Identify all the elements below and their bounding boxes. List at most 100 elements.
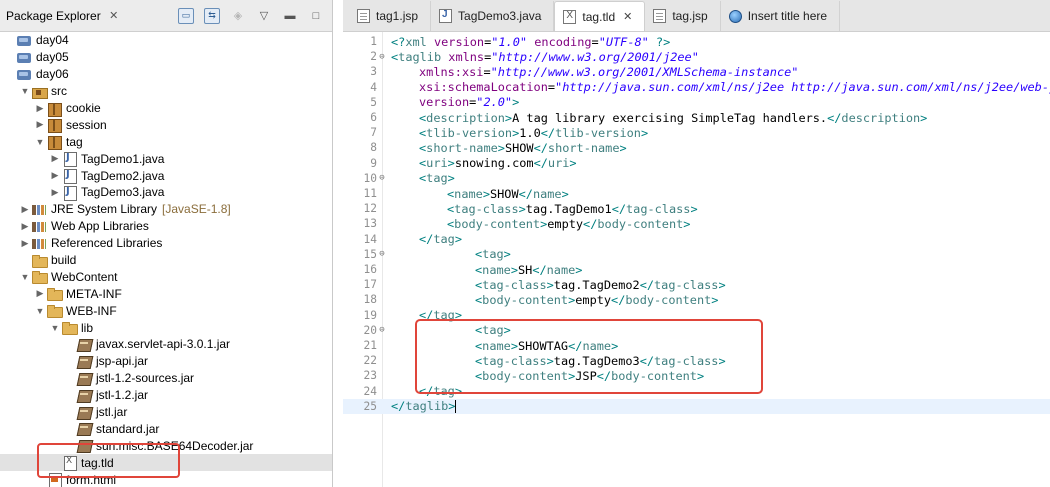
fold-toggle-icon[interactable]: ⊖ <box>377 325 387 335</box>
editor-tab[interactable]: Insert title here <box>721 1 841 31</box>
code-line[interactable]: 19 </tag> <box>343 308 1050 323</box>
code-line[interactable]: 9 <uri>snowing.com</uri> <box>343 156 1050 171</box>
tree-item[interactable]: ▼ tag <box>0 133 332 151</box>
code-line[interactable]: 18 <body-content>empty</body-content> <box>343 292 1050 307</box>
editor-tab[interactable]: tag1.jsp <box>349 1 432 31</box>
globe-icon <box>728 9 742 23</box>
maximize-icon[interactable]: □ <box>308 8 324 24</box>
code-line[interactable]: 13 <body-content>empty</body-content> <box>343 216 1050 231</box>
collapsed-arrow-icon[interactable]: ▶ <box>34 288 46 299</box>
expanded-arrow-icon[interactable]: ▼ <box>19 86 31 96</box>
collapsed-arrow-icon[interactable]: ▶ <box>34 103 46 114</box>
tree-item[interactable]: ▶ session <box>0 116 332 134</box>
code-line[interactable]: 10 ⊖ <tag> <box>343 171 1050 186</box>
code-line[interactable]: 21 <name>SHOWTAG</name> <box>343 338 1050 353</box>
code-line[interactable]: 5 version="2.0"> <box>343 95 1050 110</box>
tree-item[interactable]: ▶ Web App Libraries <box>0 218 332 235</box>
code-token: SHOW <box>489 186 519 201</box>
fold-toggle-icon[interactable]: ⊖ <box>377 173 387 183</box>
editor-tab[interactable]: tag.jsp <box>645 1 721 31</box>
expanded-arrow-icon[interactable]: ▼ <box>34 306 46 316</box>
code-line[interactable]: 24 </tag> <box>343 384 1050 399</box>
code-token: tag.TagDemo1 <box>525 201 612 216</box>
expanded-arrow-icon[interactable]: ▼ <box>49 323 61 333</box>
tree-item[interactable]: jsp-api.jar <box>0 353 332 370</box>
code-line[interactable]: 6 <description>A tag library exercising S… <box>343 110 1050 125</box>
tree-item[interactable]: day05 <box>0 49 332 66</box>
collapsed-arrow-icon[interactable]: ▶ <box>19 204 31 215</box>
line-number: 24 <box>363 384 377 398</box>
tree-item-label: javax.servlet-api-3.0.1.jar <box>96 337 231 352</box>
fold-toggle-icon[interactable]: ⊖ <box>377 52 387 62</box>
code-line[interactable]: 7 <tlib-version>1.0</tlib-version> <box>343 125 1050 140</box>
tree-item[interactable]: ▶ META-INF <box>0 285 332 302</box>
code-line[interactable]: 11 <name>SHOW</name> <box>343 186 1050 201</box>
tree-item[interactable]: day04 <box>0 32 332 49</box>
line-number: 10 <box>363 171 377 185</box>
focus-task-icon[interactable]: ◈ <box>230 8 246 24</box>
link-with-editor-icon[interactable]: ⇆ <box>204 7 220 24</box>
tree-item[interactable]: ▼ WebContent <box>0 268 332 285</box>
minimize-icon[interactable]: ▬ <box>282 8 298 24</box>
code-line[interactable]: 1 <?xml version="1.0" encoding="UTF-8" ?> <box>343 34 1050 49</box>
tree-item[interactable]: ▶ cookie <box>0 100 332 117</box>
tree-item[interactable]: jstl.jar <box>0 404 332 421</box>
tree-item[interactable]: ▶ TagDemo3.java <box>0 184 332 201</box>
tree-item[interactable]: ▼ lib <box>0 319 332 336</box>
collapsed-arrow-icon[interactable]: ▶ <box>49 153 61 164</box>
code-text: <name>SH</name> <box>387 263 582 277</box>
tree-item[interactable]: day06 <box>0 66 332 83</box>
tree-item[interactable]: jstl-1.2-sources.jar <box>0 370 332 387</box>
line-number: 6 <box>370 111 377 125</box>
tree-item[interactable]: sun.misc.BASE64Decoder.jar <box>0 437 332 454</box>
package-explorer-title[interactable]: Package Explorer <box>6 9 101 23</box>
collapsed-arrow-icon[interactable]: ▶ <box>49 187 61 198</box>
tree-item[interactable]: ▶ JRE System Library [JavaSE-1.8] <box>0 201 332 218</box>
tree-item[interactable]: build <box>0 252 332 269</box>
code-line[interactable]: 22 <tag-class>tag.TagDemo3</tag-class> <box>343 353 1050 368</box>
code-line[interactable]: 12 <tag-class>tag.TagDemo1</tag-class> <box>343 201 1050 216</box>
collapsed-arrow-icon[interactable]: ▶ <box>34 119 46 130</box>
collapsed-arrow-icon[interactable]: ▶ <box>19 238 31 249</box>
code-editor[interactable]: 1 <?xml version="1.0" encoding="UTF-8" ?>… <box>343 32 1050 487</box>
tree-item[interactable]: javax.servlet-api-3.0.1.jar <box>0 336 332 353</box>
code-line[interactable]: 20 ⊖ <tag> <box>343 323 1050 338</box>
code-line[interactable]: 23 <body-content>JSP</body-content> <box>343 368 1050 383</box>
code-line[interactable]: 3 xmlns:xsi="http://www.w3.org/2001/XMLSc… <box>343 64 1050 79</box>
code-line[interactable]: 8 <short-name>SHOW</short-name> <box>343 140 1050 155</box>
editor-tab[interactable]: TagDemo3.java <box>431 1 555 31</box>
code-line[interactable]: 16 <name>SH</name> <box>343 262 1050 277</box>
code-line[interactable]: 17 <tag-class>tag.TagDemo2</tag-class> <box>343 277 1050 292</box>
code-line[interactable]: 2 ⊖ <taglib xmlns="http://www.w3.org/2001/… <box>343 49 1050 64</box>
expanded-arrow-icon[interactable]: ▼ <box>34 137 46 147</box>
close-icon[interactable]: ✕ <box>107 9 121 22</box>
collapsed-arrow-icon[interactable]: ▶ <box>49 170 61 181</box>
expanded-arrow-icon[interactable]: ▼ <box>19 272 31 282</box>
code-text: <tag-class>tag.TagDemo2</tag-class> <box>387 278 726 292</box>
collapsed-arrow-icon[interactable]: ▶ <box>19 221 31 232</box>
tree-item[interactable]: ▼ WEB-INF <box>0 302 332 319</box>
tree-item[interactable]: ▶ TagDemo1.java <box>0 150 332 168</box>
code-token: body-content <box>597 216 684 231</box>
tree-item[interactable]: standard.jar <box>0 420 332 437</box>
close-tab-icon[interactable]: ✕ <box>623 10 632 23</box>
tree-item[interactable]: ▶ TagDemo2.java <box>0 167 332 185</box>
tree-item[interactable]: jstl-1.2.jar <box>0 387 332 404</box>
code-token: tag.TagDemo2 <box>553 277 640 292</box>
editor-tab[interactable]: tag.tld ✕ <box>554 1 646 31</box>
fold-toggle-icon[interactable]: ⊖ <box>377 249 387 259</box>
tree-item[interactable]: form.html <box>0 471 332 487</box>
tree-item[interactable]: ▼ src <box>0 83 332 100</box>
tree-item[interactable]: tag.tld <box>0 454 332 472</box>
folder-icon <box>61 321 78 336</box>
view-menu-icon[interactable]: ▽ <box>256 8 272 24</box>
code-line[interactable]: 14 </tag> <box>343 232 1050 247</box>
tree-item[interactable]: ▶ Referenced Libraries <box>0 235 332 252</box>
code-line[interactable]: 4 xsi:schemaLocation="http://java.sun.com… <box>343 80 1050 95</box>
collapse-all-icon[interactable]: ▭ <box>178 7 194 24</box>
explorer-toolbar: ▭ ⇆ ◈ ▽ ▬ □ <box>178 7 332 24</box>
code-line[interactable]: 25 </taglib> <box>343 398 1050 414</box>
code-line[interactable]: 15 ⊖ <tag> <box>343 247 1050 262</box>
code-token: 1.0 <box>519 125 541 140</box>
